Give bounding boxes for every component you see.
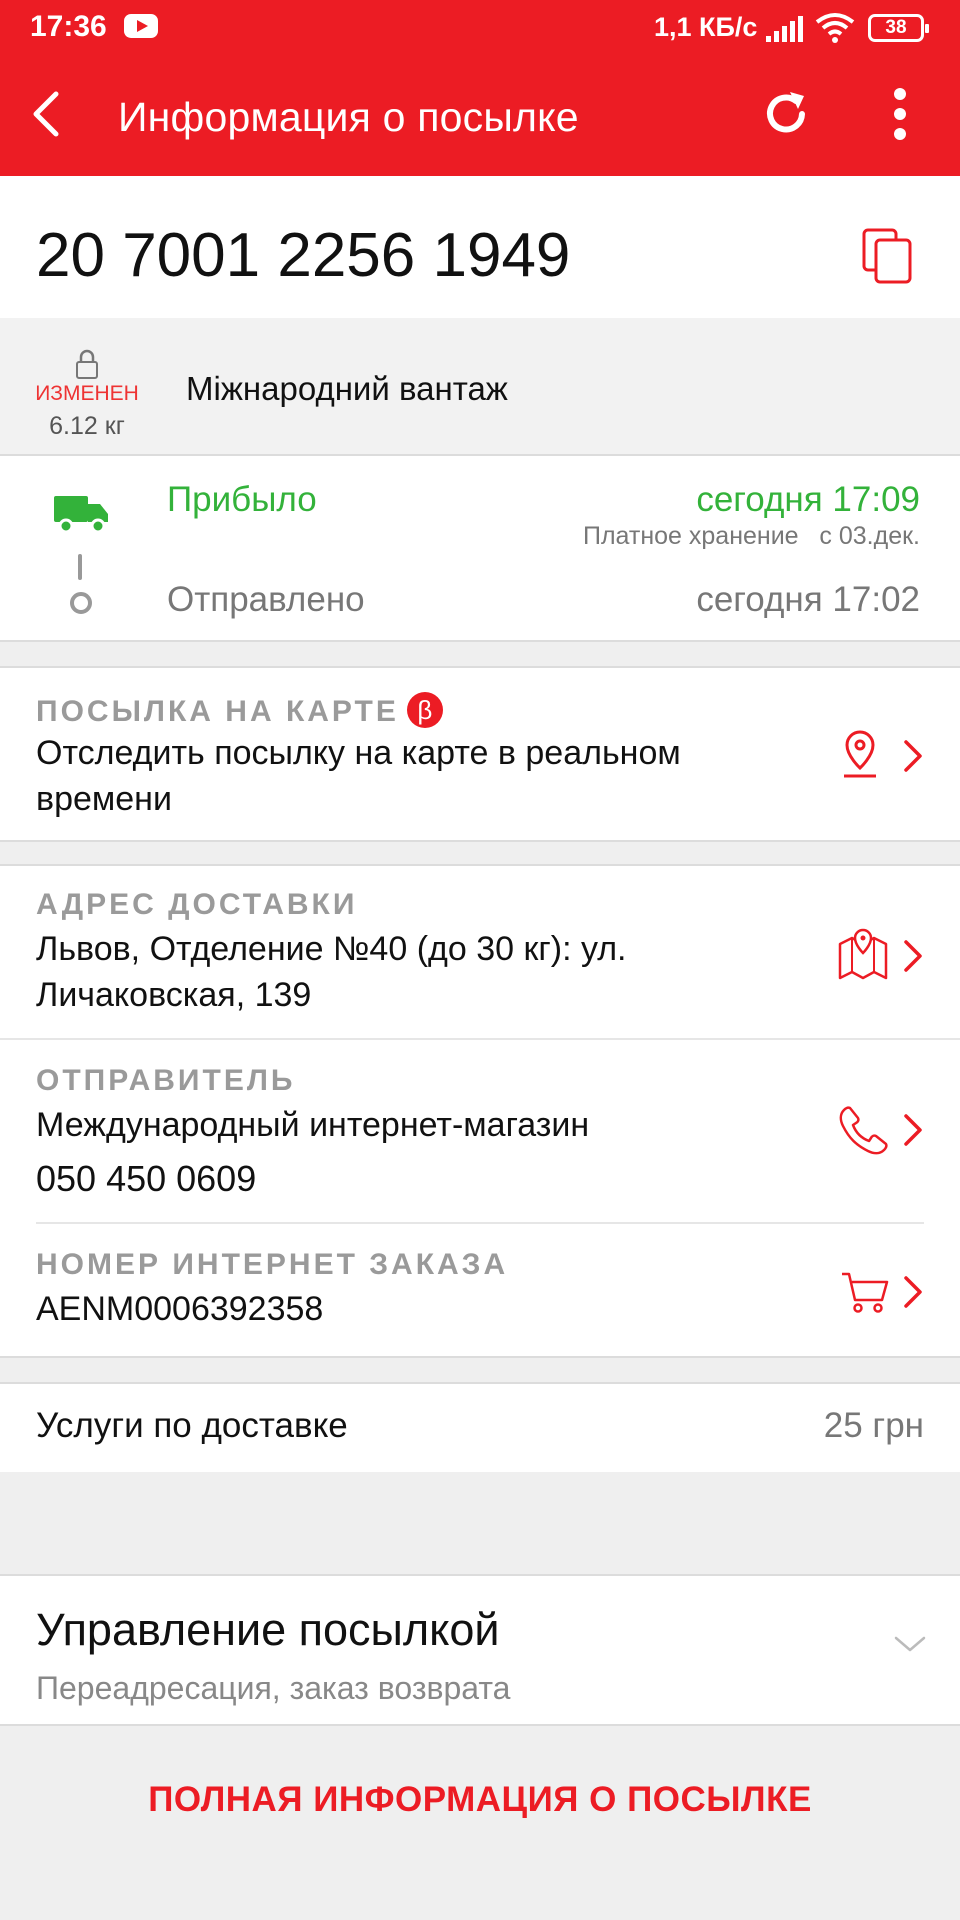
previous-status-time: сегодня 17:02: [696, 580, 920, 619]
refresh-icon[interactable]: [756, 84, 816, 144]
changed-label: ИЗМЕНЕН: [35, 382, 139, 405]
copy-icon[interactable]: [858, 226, 918, 286]
divider: [0, 1038, 960, 1040]
weight-box: ИЗМЕНЕН 6.12 кг: [30, 346, 144, 442]
manage-subtitle: Переадресация, заказ возврата: [36, 1670, 511, 1706]
signal-icon: [766, 16, 803, 42]
storage-note: Платное хранение с 03.дек.: [582, 522, 920, 550]
app-bar: Информация о посылке: [0, 58, 960, 176]
full-info-button[interactable]: ПОЛНАЯ ИНФОРМАЦИЯ О ПОСЫЛКЕ: [0, 1780, 960, 1820]
status-time: 17:36: [30, 10, 107, 43]
divider: [36, 1222, 924, 1224]
chevron-down-icon: [894, 1636, 926, 1652]
map-card-label-text: ПОСЫЛКА НА КАРТЕ: [36, 695, 399, 728]
delivery-services-row[interactable]: Услуги по доставке 25 грн: [0, 1382, 960, 1472]
manage-parcel-section[interactable]: Управление посылкой Переадресация, заказ…: [0, 1574, 960, 1726]
package-type-row: ИЗМЕНЕН 6.12 кг Міжнародний вантаж: [0, 318, 960, 456]
timeline-line: [78, 554, 82, 580]
order-number: AENM0006392358: [36, 1290, 324, 1328]
header: 17:36 1,1 КБ/с 38 Информация о посылке: [0, 0, 960, 176]
status-bar: 17:36 1,1 КБ/с 38: [0, 0, 960, 58]
address-text: Львов, Отделение №40 (до 30 кг): ул. Лич…: [36, 930, 627, 1014]
status-speed: 1,1 КБ/с: [654, 12, 758, 42]
more-vertical-icon[interactable]: [875, 84, 925, 144]
chevron-right-icon: [904, 940, 922, 972]
page-title: Информация о посылке: [118, 94, 579, 140]
current-status: Прибыло: [167, 480, 317, 519]
youtube-icon: [124, 14, 158, 38]
chevron-right-icon: [904, 740, 922, 772]
sender-phone: 050 450 0609: [36, 1158, 257, 1199]
app-root: 17:36 1,1 КБ/с 38 Информация о посылке 2…: [0, 0, 960, 1920]
map-icon: [838, 928, 888, 980]
map-card-text: Отследить посылку на карте в реальном вр…: [36, 734, 681, 818]
current-status-time: сегодня 17:09: [696, 480, 920, 519]
manage-title: Управление посылкой: [36, 1604, 500, 1655]
beta-badge: β: [406, 692, 443, 728]
previous-status: Отправлено: [167, 580, 365, 619]
wifi-icon: [815, 13, 855, 43]
chevron-right-icon: [904, 1276, 922, 1308]
truck-icon: [54, 496, 108, 534]
battery-icon: 38: [868, 14, 929, 42]
back-arrow-icon[interactable]: [24, 84, 84, 144]
status-history: Прибыло сегодня 17:09 Платное хранение с…: [0, 456, 960, 642]
map-card-label: ПОСЫЛКА НА КАРТЕ β: [36, 692, 443, 729]
details-card: АДРЕС ДОСТАВКИ Львов, Отделение №40 (до …: [0, 864, 960, 1358]
services-price: 25 грн: [823, 1406, 924, 1445]
order-label: НОМЕР ИНТЕРНЕТ ЗАКАЗА: [36, 1248, 509, 1281]
weight-icon: [76, 349, 98, 379]
cart-icon: [842, 1272, 889, 1313]
package-type: Міжнародний вантаж: [186, 370, 508, 407]
timeline-dot: [70, 592, 92, 614]
tracking-number-row: 20 7001 2256 1949: [0, 176, 960, 318]
phone-icon: [839, 1106, 888, 1155]
location-pin-icon: [844, 730, 876, 778]
sender-name: Международный интернет-магазин: [36, 1106, 590, 1144]
services-label: Услуги по доставке: [36, 1406, 348, 1445]
sender-label: ОТПРАВИТЕЛЬ: [36, 1064, 296, 1097]
tracking-number: 20 7001 2256 1949: [36, 221, 571, 290]
address-label: АДРЕС ДОСТАВКИ: [36, 888, 358, 921]
map-card[interactable]: ПОСЫЛКА НА КАРТЕ β Отследить посылку на к…: [0, 666, 960, 842]
chevron-right-icon: [904, 1114, 922, 1146]
package-weight: 6.12 кг: [49, 412, 125, 440]
